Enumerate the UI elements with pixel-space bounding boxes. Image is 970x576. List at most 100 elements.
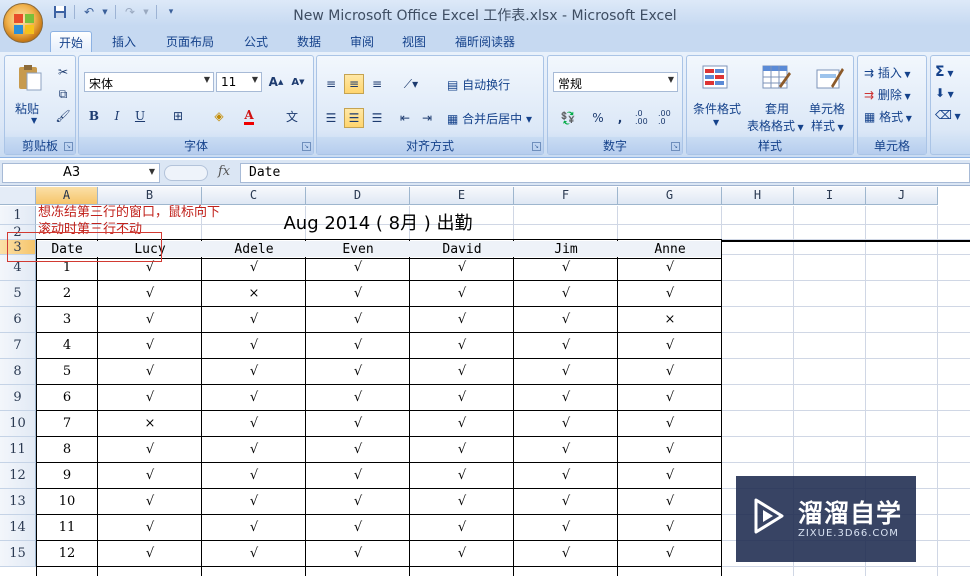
format-table-button-line2[interactable]: 表格格式 ▼: [747, 117, 804, 134]
date-cell[interactable]: 4: [36, 333, 98, 359]
attendance-cell[interactable]: √: [98, 385, 202, 411]
attendance-cell[interactable]: √: [410, 541, 514, 567]
attendance-cell[interactable]: √: [306, 307, 410, 333]
row-header-14[interactable]: 14: [0, 515, 36, 541]
row-header-8[interactable]: 8: [0, 359, 36, 385]
attendance-cell[interactable]: √: [202, 333, 306, 359]
attendance-cell[interactable]: √: [98, 541, 202, 567]
date-cell[interactable]: 3: [36, 307, 98, 333]
attendance-cell[interactable]: √: [306, 411, 410, 437]
attendance-cell[interactable]: √: [202, 541, 306, 567]
format-cells-button[interactable]: ▦ 格式 ▼: [864, 108, 912, 125]
wrap-text-button[interactable]: ▤ 自动换行: [447, 76, 510, 93]
clear-icon[interactable]: ⌫ ▼: [935, 108, 961, 122]
attendance-cell[interactable]: √: [98, 489, 202, 515]
attendance-cell[interactable]: √: [98, 463, 202, 489]
attendance-cell[interactable]: √: [202, 515, 306, 541]
row-header-11[interactable]: 11: [0, 437, 36, 463]
attendance-cell[interactable]: √: [410, 385, 514, 411]
date-cell[interactable]: 7: [36, 411, 98, 437]
attendance-cell[interactable]: √: [202, 489, 306, 515]
font-launcher-icon[interactable]: ↘: [302, 142, 311, 151]
date-cell[interactable]: 11: [36, 515, 98, 541]
attendance-cell[interactable]: ×: [202, 281, 306, 307]
paste-button[interactable]: 粘贴: [15, 100, 39, 117]
underline-button[interactable]: U: [130, 106, 150, 126]
font-color-button[interactable]: A: [239, 106, 259, 126]
name-box[interactable]: A3 ▼: [2, 163, 160, 183]
formula-input[interactable]: Date: [240, 163, 970, 183]
row-header-10[interactable]: 10: [0, 411, 36, 437]
number-format-select[interactable]: 常规 ▼: [553, 72, 678, 92]
column-header-c[interactable]: C: [202, 187, 306, 205]
italic-button[interactable]: I: [107, 106, 127, 126]
comma-button[interactable]: ,: [610, 108, 630, 128]
column-header-a[interactable]: A: [36, 187, 98, 205]
merge-center-button[interactable]: ▦ 合并后居中 ▾: [447, 110, 532, 127]
attendance-cell[interactable]: √: [410, 489, 514, 515]
attendance-cell[interactable]: √: [514, 541, 618, 567]
attendance-cell[interactable]: √: [618, 437, 722, 463]
attendance-cell[interactable]: √: [202, 307, 306, 333]
select-all-corner[interactable]: [0, 187, 36, 205]
align-left-icon[interactable]: ☰: [321, 108, 341, 128]
attendance-cell[interactable]: √: [410, 333, 514, 359]
attendance-cell[interactable]: √: [306, 463, 410, 489]
attendance-cell[interactable]: √: [202, 463, 306, 489]
borders-icon[interactable]: ⊞: [168, 106, 188, 126]
attendance-cell[interactable]: √: [98, 359, 202, 385]
attendance-cell[interactable]: √: [410, 281, 514, 307]
phonetic-button[interactable]: 文: [279, 106, 305, 126]
attendance-cell[interactable]: √: [202, 255, 306, 281]
shrink-font-button[interactable]: A ▼: [288, 72, 308, 92]
column-header-i[interactable]: I: [794, 187, 866, 205]
date-cell[interactable]: 8: [36, 437, 98, 463]
align-center-icon[interactable]: ☰: [344, 108, 364, 128]
attendance-cell[interactable]: √: [514, 411, 618, 437]
attendance-cell[interactable]: √: [514, 281, 618, 307]
attendance-cell[interactable]: √: [514, 333, 618, 359]
row-header-6[interactable]: 6: [0, 307, 36, 333]
attendance-cell[interactable]: √: [618, 385, 722, 411]
decrease-indent-icon[interactable]: ⇤: [395, 108, 415, 128]
attendance-cell[interactable]: √: [98, 307, 202, 333]
attendance-cell[interactable]: √: [98, 281, 202, 307]
attendance-cell[interactable]: √: [618, 359, 722, 385]
paste-icon[interactable]: [15, 64, 45, 92]
cut-icon[interactable]: ✂: [53, 62, 73, 82]
attendance-cell[interactable]: √: [618, 333, 722, 359]
clipboard-launcher-icon[interactable]: ↘: [64, 142, 73, 151]
attendance-cell[interactable]: √: [618, 463, 722, 489]
attendance-cell[interactable]: √: [410, 463, 514, 489]
conditional-format-button[interactable]: 条件格式: [693, 100, 741, 117]
tab-insert[interactable]: 插入: [104, 31, 144, 52]
attendance-cell[interactable]: √: [514, 489, 618, 515]
row-header-12[interactable]: 12: [0, 463, 36, 489]
attendance-cell[interactable]: √: [202, 359, 306, 385]
tab-review[interactable]: 审阅: [342, 31, 382, 52]
attendance-cell[interactable]: √: [618, 281, 722, 307]
copy-icon[interactable]: ⧉: [53, 84, 73, 104]
align-top-icon[interactable]: ≡: [321, 74, 341, 94]
attendance-cell[interactable]: √: [410, 359, 514, 385]
attendance-cell[interactable]: √: [410, 255, 514, 281]
percent-button[interactable]: %: [588, 108, 608, 128]
attendance-cell[interactable]: √: [514, 359, 618, 385]
attendance-cell[interactable]: √: [98, 437, 202, 463]
attendance-cell[interactable]: √: [306, 359, 410, 385]
attendance-cell[interactable]: √: [618, 489, 722, 515]
tab-foxit-reader[interactable]: 福昕阅读器: [447, 31, 523, 52]
font-name-select[interactable]: 宋体 ▼: [84, 72, 214, 92]
column-header-d[interactable]: D: [306, 187, 410, 205]
fill-icon[interactable]: ⬇ ▼: [935, 86, 954, 100]
tab-home[interactable]: 开始: [50, 31, 93, 52]
align-right-icon[interactable]: ☰: [367, 108, 387, 128]
attendance-cell[interactable]: √: [618, 411, 722, 437]
row-header-15[interactable]: 15: [0, 541, 36, 567]
column-header-j[interactable]: J: [866, 187, 938, 205]
tab-view[interactable]: 视图: [394, 31, 434, 52]
format-painter-icon[interactable]: 🖌: [53, 106, 73, 126]
insert-function-button[interactable]: fx: [218, 164, 230, 179]
alignment-launcher-icon[interactable]: ↘: [532, 142, 541, 151]
attendance-cell[interactable]: √: [202, 437, 306, 463]
